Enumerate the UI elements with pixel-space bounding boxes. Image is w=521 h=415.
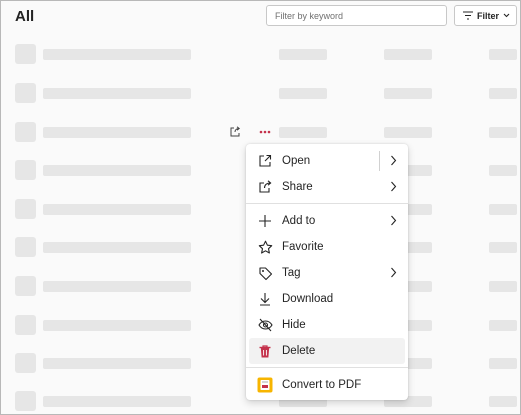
menu-item-label: Download [282, 293, 334, 305]
share-icon[interactable] [227, 124, 243, 140]
name-placeholder [43, 396, 191, 407]
thumbnail-placeholder [15, 44, 36, 64]
column-placeholder [384, 49, 432, 60]
column-placeholder [489, 320, 517, 331]
download-icon [256, 290, 274, 308]
column-placeholder [279, 127, 327, 138]
app-window: All Filter by keyword Filter Open Share … [0, 0, 521, 415]
name-placeholder [43, 204, 191, 215]
share-icon [256, 178, 274, 196]
chevron-right-icon [391, 215, 397, 226]
column-placeholder [489, 49, 517, 60]
thumbnail-placeholder [15, 199, 36, 219]
tag-icon [256, 264, 274, 282]
menu-item-convert-to-pdf[interactable]: Convert to PDF [249, 372, 405, 398]
more-options-icon[interactable] [257, 124, 273, 140]
thumbnail-placeholder [15, 276, 36, 296]
open-icon [256, 152, 274, 170]
menu-divider [246, 367, 408, 368]
column-placeholder [384, 88, 432, 99]
name-placeholder [43, 281, 191, 292]
name-placeholder [43, 242, 191, 253]
column-placeholder [489, 281, 517, 292]
column-placeholder [489, 165, 517, 176]
menu-item-label: Convert to PDF [282, 379, 362, 391]
split-divider [379, 151, 380, 171]
column-placeholder [489, 127, 517, 138]
column-placeholder [279, 88, 327, 99]
chevron-right-icon[interactable] [390, 155, 397, 166]
pdf-icon [256, 376, 274, 394]
menu-item-label: Add to [282, 215, 316, 227]
eye-off-icon [256, 316, 274, 334]
column-placeholder [489, 242, 517, 253]
menu-item-label: Open [282, 155, 311, 167]
menu-item-hide[interactable]: Hide [249, 312, 405, 338]
star-icon [256, 238, 274, 256]
column-placeholder [279, 49, 327, 60]
column-placeholder [489, 88, 517, 99]
name-placeholder [43, 358, 191, 369]
name-placeholder [43, 165, 191, 176]
menu-item-add-to[interactable]: Add to [249, 208, 405, 234]
column-placeholder [489, 396, 517, 407]
plus-icon [256, 212, 274, 230]
menu-item-share[interactable]: Share [249, 174, 405, 200]
name-placeholder [43, 88, 191, 99]
chevron-right-icon [391, 181, 397, 192]
menu-item-delete[interactable]: Delete [249, 338, 405, 364]
column-placeholder [489, 358, 517, 369]
menu-item-open[interactable]: Open [249, 148, 405, 174]
name-placeholder [43, 320, 191, 331]
thumbnail-placeholder [15, 391, 36, 411]
menu-item-label: Delete [282, 345, 316, 357]
menu-item-tag[interactable]: Tag [249, 260, 405, 286]
trash-icon [256, 342, 274, 360]
thumbnail-placeholder [15, 353, 36, 373]
list-item[interactable] [1, 83, 521, 103]
name-placeholder [43, 49, 191, 60]
thumbnail-placeholder [15, 83, 36, 103]
column-placeholder [384, 127, 432, 138]
thumbnail-placeholder [15, 122, 36, 142]
menu-divider [246, 203, 408, 204]
thumbnail-placeholder [15, 315, 36, 335]
menu-item-label: Hide [282, 319, 306, 331]
menu-item-label: Share [282, 181, 313, 193]
thumbnail-placeholder [15, 160, 36, 180]
menu-item-download[interactable]: Download [249, 286, 405, 312]
name-placeholder [43, 127, 191, 138]
row-actions [227, 124, 273, 140]
list-item[interactable] [1, 44, 521, 64]
context-menu: Open Share Add to Favorite Tag Download … [246, 144, 408, 400]
thumbnail-placeholder [15, 237, 36, 257]
menu-item-label: Tag [282, 267, 301, 279]
menu-item-favorite[interactable]: Favorite [249, 234, 405, 260]
column-placeholder [489, 204, 517, 215]
menu-item-label: Favorite [282, 241, 324, 253]
list-item-selected[interactable] [1, 122, 521, 142]
chevron-right-icon [391, 267, 397, 278]
